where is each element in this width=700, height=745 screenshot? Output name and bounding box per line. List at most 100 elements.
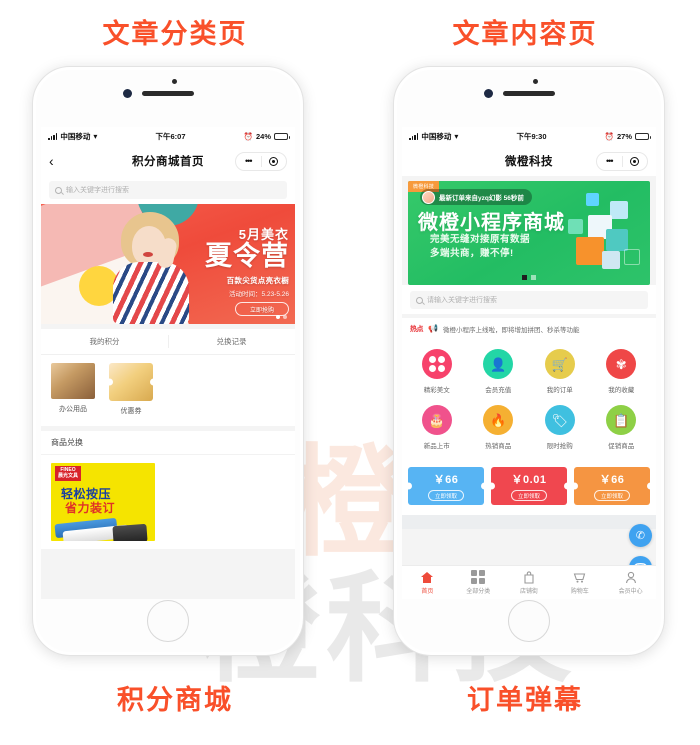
promo-banner-right[interactable]: 微橙科技 最新订单来自yzq幻影 56秒前 微橙小程序商城 完美无缝对接原有数据… bbox=[408, 181, 650, 285]
caption-bottom-left: 积分商城 bbox=[117, 685, 233, 715]
banner-text-left: 5月美衣 夏令营 百款尖货点亮衣橱 活动时间：5.23-5.26 立即抢购 bbox=[205, 224, 289, 317]
shop-bag-icon bbox=[523, 570, 535, 584]
grid-item-label: 精彩美文 bbox=[423, 387, 450, 394]
coupon-claim-button[interactable]: 立即领取 bbox=[593, 490, 630, 501]
more-dots-icon[interactable]: ••• bbox=[236, 156, 261, 166]
banner-subtitle-right: 完美无缝对接原有数据 多端共商，赚不停! bbox=[430, 233, 530, 262]
home-button[interactable] bbox=[147, 600, 189, 642]
home-button[interactable] bbox=[508, 600, 550, 642]
grid-item-flash-sale[interactable]: 🏷 限时抢购 bbox=[529, 405, 591, 450]
coupon-card[interactable]: ￥66 立即领取 bbox=[408, 467, 484, 505]
search-icon bbox=[55, 186, 62, 194]
caption-top-left: 文章分类页 bbox=[102, 19, 248, 49]
coupon-amount: ￥66 bbox=[433, 474, 459, 486]
battery-icon bbox=[635, 133, 651, 140]
target-icon[interactable] bbox=[623, 156, 648, 166]
coupon-thumb bbox=[109, 363, 153, 401]
hot-badge: 热点 bbox=[410, 326, 424, 333]
target-icon[interactable] bbox=[262, 156, 287, 166]
earpiece-speaker bbox=[503, 91, 555, 96]
category-item-coupon[interactable]: 优惠券 bbox=[109, 363, 153, 416]
product-card-stapler[interactable]: FINEO 晨光文具 轻松按压 省力装订 bbox=[51, 463, 155, 541]
status-bar-right: 中国移动 ▾ 下午9:30 ⏰ 27% bbox=[402, 127, 656, 146]
user-icon bbox=[625, 570, 637, 584]
tab-all-categories[interactable]: 全部分类 bbox=[453, 566, 504, 599]
hot-news-row[interactable]: 热点 📢 微橙小程序上线啦，即将增加拼团、秒杀等功能 bbox=[402, 318, 656, 340]
grid-item-label: 促销商品 bbox=[608, 443, 635, 450]
tab-my-points[interactable]: 我的积分 bbox=[41, 329, 168, 354]
coupon-amount: ￥66 bbox=[599, 474, 625, 486]
grid-item-label: 我的订单 bbox=[546, 387, 573, 394]
grid-icon bbox=[470, 569, 486, 585]
grid-item-orders[interactable]: 🛒 我的订单 bbox=[529, 349, 591, 394]
quick-entry-grid: 精彩美文 👤 会员充值 🛒 我的订单 ✾ 我的收藏 🎂 新品上市 🔥 热销商品 … bbox=[402, 340, 656, 458]
wechat-capsule-right[interactable]: ••• bbox=[596, 151, 648, 171]
search-bar-left-wrap: 输入关键字进行搜索 bbox=[41, 176, 295, 204]
phone-mockup-left: 中国移动 ▾ 下午6:07 ⏰ 24% ‹ 积分商城首页 ••• 输入关键字进行… bbox=[32, 66, 304, 656]
phone-mockup-right: 中国移动 ▾ 下午9:30 ⏰ 27% 微橙科技 ••• 微橙科技 最新订单来自… bbox=[393, 66, 665, 656]
battery-pct: 27% bbox=[616, 132, 632, 141]
content-spacer bbox=[402, 515, 656, 529]
alarm-icon: ⏰ bbox=[604, 132, 614, 141]
banner-pagination-left[interactable] bbox=[276, 315, 287, 319]
star-person-icon: ✾ bbox=[606, 349, 637, 379]
grid-item-promotions[interactable]: 📋 促销商品 bbox=[591, 405, 653, 450]
banner-pagination-right[interactable] bbox=[522, 275, 536, 280]
more-dots-icon[interactable]: ••• bbox=[597, 156, 622, 166]
coupon-card[interactable]: ￥66 立即领取 bbox=[574, 467, 650, 505]
tab-member-center[interactable]: 会员中心 bbox=[605, 566, 656, 599]
product-brand-badge: FINEO 晨光文具 bbox=[55, 466, 82, 481]
coupon-claim-button[interactable]: 立即领取 bbox=[510, 490, 547, 501]
coupon-amount: ￥0.01 bbox=[511, 474, 547, 486]
member-icon: 👤 bbox=[483, 349, 514, 379]
banner-line-4: 活动时间：5.23-5.26 bbox=[229, 291, 289, 299]
clipboard-icon: 📋 bbox=[606, 405, 637, 435]
points-tabs: 我的积分 兑换记录 bbox=[41, 329, 295, 355]
screen-right: 中国移动 ▾ 下午9:30 ⏰ 27% 微橙科技 ••• 微橙科技 最新订单来自… bbox=[402, 127, 656, 599]
tab-label: 购物车 bbox=[570, 589, 589, 595]
grid-item-label: 会员充值 bbox=[485, 387, 512, 394]
tag-icon: 🏷 bbox=[544, 405, 575, 435]
promo-banner-left[interactable]: 5月美衣 夏令营 百款尖货点亮衣橱 活动时间：5.23-5.26 立即抢购 bbox=[41, 204, 295, 324]
tab-cart[interactable]: 购物车 bbox=[554, 566, 605, 599]
hot-flame-icon: 🔥 bbox=[483, 405, 514, 435]
nav-bar-left: ‹ 积分商城首页 ••• bbox=[41, 146, 295, 176]
grid-item-hot-sale[interactable]: 🔥 热销商品 bbox=[468, 405, 530, 450]
tab-shop-street[interactable]: 店铺街 bbox=[504, 566, 555, 599]
coupon-row: ￥66 立即领取 ￥0.01 立即领取 ￥66 立即领取 bbox=[402, 458, 656, 515]
grid-item-recharge[interactable]: 👤 会员充值 bbox=[468, 349, 530, 394]
phone-icon[interactable]: ✆ bbox=[629, 524, 652, 547]
earpiece-speaker bbox=[142, 91, 194, 96]
wechat-capsule-left[interactable]: ••• bbox=[235, 151, 287, 171]
tab-label: 店铺街 bbox=[519, 589, 538, 595]
grid-item-label: 限时抢购 bbox=[546, 443, 573, 450]
model-lips bbox=[143, 252, 153, 257]
coupon-card[interactable]: ￥0.01 立即领取 bbox=[491, 467, 567, 505]
grid-item-label: 我的收藏 bbox=[608, 387, 635, 394]
search-input-right[interactable]: 请输入关键字进行搜索 bbox=[410, 291, 648, 309]
search-input-left[interactable]: 输入关键字进行搜索 bbox=[49, 181, 287, 199]
cube-illustration bbox=[540, 189, 648, 281]
signal-icon bbox=[48, 133, 58, 140]
grid-item-favorites[interactable]: ✾ 我的收藏 bbox=[591, 349, 653, 394]
banner-sub-line-2: 多端共商，赚不停! bbox=[430, 248, 514, 260]
grid-item-articles[interactable]: 精彩美文 bbox=[406, 349, 468, 394]
grid-row-2: 🎂 新品上市 🔥 热销商品 🏷 限时抢购 📋 促销商品 bbox=[406, 405, 652, 450]
page-root: 微橙 橙科技 文章分类页 文章内容页 积分商城 订单弹幕 中国移动 ▾ 下午6:… bbox=[0, 0, 700, 745]
coupon-claim-button[interactable]: 立即领取 bbox=[427, 490, 464, 501]
grid-item-new-arrivals[interactable]: 🎂 新品上市 bbox=[406, 405, 468, 450]
caption-bottom-right: 订单弹幕 bbox=[467, 685, 583, 715]
exchange-section: 商品兑换 FINEO 晨光文具 轻松按压 省力装订 bbox=[41, 431, 295, 549]
tab-home[interactable]: 首页 bbox=[402, 566, 453, 599]
tab-exchange-records[interactable]: 兑换记录 bbox=[168, 329, 295, 354]
front-camera bbox=[484, 89, 493, 98]
danmu-text: 最新订单来自yzq幻影 56秒前 bbox=[439, 195, 524, 202]
battery-pct: 24% bbox=[255, 132, 271, 141]
four-circles-icon bbox=[421, 349, 452, 379]
office-supplies-thumb bbox=[51, 363, 95, 399]
status-time: 下午6:07 bbox=[155, 132, 186, 141]
tab-label: 全部分类 bbox=[466, 589, 491, 595]
category-item-office[interactable]: 办公用品 bbox=[51, 363, 95, 416]
banner-sub-line-1: 完美无缝对接原有数据 bbox=[430, 234, 531, 245]
grid-item-label: 热销商品 bbox=[485, 443, 512, 450]
